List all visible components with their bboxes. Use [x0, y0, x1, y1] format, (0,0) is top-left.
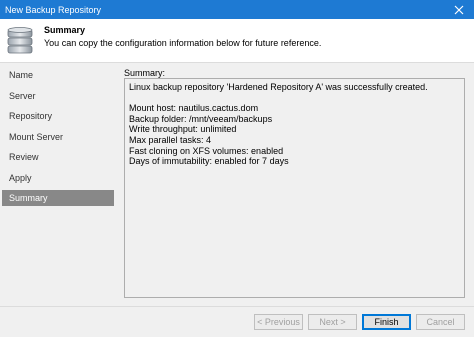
title-bar: New Backup Repository: [0, 0, 474, 19]
step-apply[interactable]: Apply: [2, 170, 114, 186]
page-subtitle: You can copy the configuration informati…: [44, 38, 322, 48]
close-icon[interactable]: [444, 0, 474, 19]
summary-line: Days of immutability: enabled for 7 days: [129, 156, 289, 167]
page-title: Summary: [44, 25, 86, 35]
database-icon: [6, 26, 34, 56]
step-mount-server[interactable]: Mount Server: [2, 129, 114, 145]
step-repository[interactable]: Repository: [2, 108, 114, 124]
step-server[interactable]: Server: [2, 88, 114, 104]
summary-line: Linux backup repository 'Hardened Reposi…: [129, 82, 428, 92]
wizard-steps: Name Server Repository Mount Server Revi…: [0, 63, 116, 303]
summary-line: Fast cloning on XFS volumes: enabled: [129, 145, 284, 156]
summary-label: Summary:: [124, 68, 166, 78]
summary-line: Mount host: nautilus.cactus.dom: [129, 103, 259, 114]
previous-button[interactable]: < Previous: [254, 314, 303, 330]
summary-line: Backup folder: /mnt/veeam/backups: [129, 113, 273, 124]
window-title: New Backup Repository: [5, 4, 102, 15]
next-button[interactable]: Next >: [308, 314, 357, 330]
step-summary[interactable]: Summary: [2, 190, 114, 206]
summary-line: Max parallel tasks: 4: [129, 134, 212, 145]
summary-line: Write throughput: unlimited: [129, 124, 237, 135]
wizard-header: Summary You can copy the configuration i…: [0, 19, 474, 63]
footer-divider: [0, 306, 474, 307]
step-review[interactable]: Review: [2, 149, 114, 165]
finish-button[interactable]: Finish: [362, 314, 411, 330]
step-name[interactable]: Name: [2, 67, 114, 83]
summary-textbox[interactable]: Linux backup repository 'Hardened Reposi…: [124, 78, 465, 298]
cancel-button[interactable]: Cancel: [416, 314, 465, 330]
